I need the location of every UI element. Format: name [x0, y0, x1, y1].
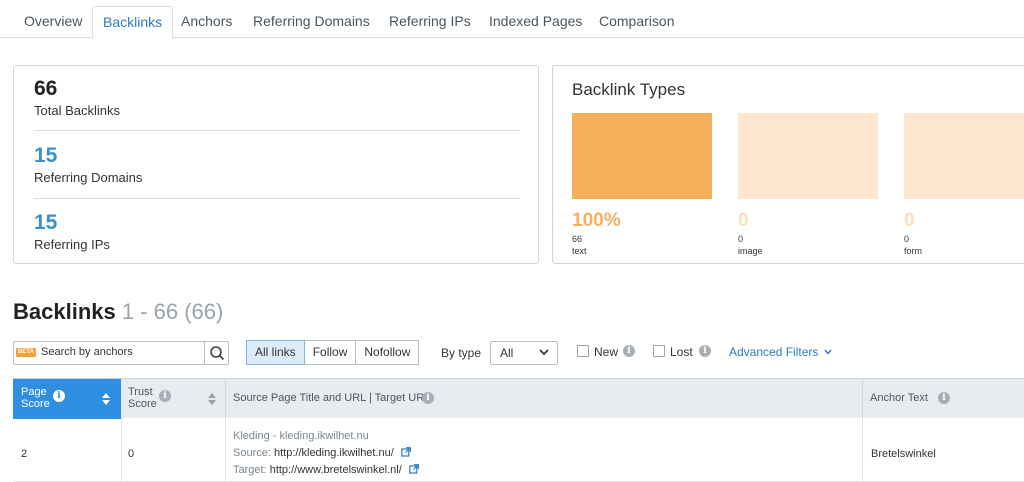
tab-comparison[interactable]: Comparison [589, 6, 684, 38]
source-header-label: Source Page Title and URL | Target URL [233, 392, 431, 404]
tab-backlinks[interactable]: Backlinks [92, 6, 174, 39]
beta-badge: BETA [16, 348, 36, 357]
referring-domains-stat[interactable]: 15 Referring Domains [34, 144, 520, 186]
info-icon[interactable]: i [53, 390, 65, 402]
tab-referring-domains[interactable]: Referring Domains [243, 6, 380, 38]
form-type-bar [904, 113, 1024, 199]
tab-bar: Overview Backlinks Anchors Referring Dom… [0, 0, 1024, 39]
info-icon[interactable]: i [159, 390, 171, 402]
search-button[interactable] [204, 342, 228, 364]
source-page-title: Kleding - kleding.ikwilhet.nu [233, 430, 369, 442]
anchor-text-cell: Bretelswinkel [871, 448, 936, 460]
sort-icon[interactable] [101, 392, 111, 406]
tab-anchors[interactable]: Anchors [171, 6, 242, 38]
new-checkbox[interactable] [577, 345, 589, 357]
source-url-link[interactable]: http://kleding.ikwilhet.nu/ [274, 447, 394, 459]
tab-overview[interactable]: Overview [14, 6, 92, 38]
info-icon[interactable]: i [422, 392, 434, 404]
target-url-link[interactable]: http://www.bretelswinkel.nl/ [270, 464, 402, 476]
image-type-percent: 0 [738, 210, 749, 231]
info-icon[interactable]: i [699, 345, 711, 357]
column-divider [121, 418, 122, 482]
total-backlinks-stat: 66 Total Backlinks [34, 77, 520, 119]
target-label: Target: [233, 464, 267, 476]
summary-card: 66 Total Backlinks 15 Referring Domains … [13, 65, 539, 264]
trust-score-header-line2: Score [128, 398, 157, 410]
trust-score-header-line1: Trust [128, 386, 153, 398]
column-divider [225, 418, 226, 482]
anchor-header: Anchor Text i [863, 379, 1024, 419]
chevron-down-icon [539, 349, 549, 356]
image-type-name: image [738, 246, 763, 256]
backlinks-title: Backlinks [13, 299, 116, 324]
image-type-count: 0 [738, 234, 744, 244]
page-score-cell: 2 [21, 448, 28, 460]
type-select[interactable]: All [490, 341, 558, 365]
backlink-types-card: Backlink Types 100% 66 text 0 0 image 0 … [552, 65, 1024, 264]
page-score-header-line1: Page [21, 386, 47, 398]
form-type-percent: 0 [904, 210, 915, 231]
advanced-filters-label: Advanced Filters [729, 345, 819, 359]
backlinks-heading: Backlinks 1 - 66 (66) [13, 299, 223, 325]
referring-ips-value[interactable]: 15 [34, 211, 520, 235]
total-backlinks-value: 66 [34, 77, 58, 100]
form-type-name: form [904, 246, 922, 256]
page-score-header[interactable]: Page Score i [13, 379, 121, 419]
source-label: Source: [233, 447, 271, 459]
type-select-value: All [500, 346, 514, 360]
info-icon[interactable]: i [938, 392, 950, 404]
search-input[interactable]: Search by anchors [41, 346, 133, 358]
trust-score-cell: 0 [128, 448, 135, 460]
external-link-icon[interactable] [409, 464, 419, 474]
lost-label: Lost [670, 345, 693, 359]
anchor-search[interactable]: BETA Search by anchors [13, 341, 229, 365]
info-icon[interactable]: i [623, 345, 635, 357]
divider [34, 130, 520, 131]
total-backlinks-label: Total Backlinks [34, 103, 120, 118]
referring-domains-value[interactable]: 15 [34, 144, 520, 168]
backlink-types-title: Backlink Types [572, 80, 686, 99]
new-label: New [594, 345, 619, 359]
link-type-toggle: All links Follow Nofollow [246, 340, 420, 365]
sort-icon[interactable] [207, 392, 217, 406]
column-divider [862, 418, 863, 482]
lost-checkbox[interactable] [653, 345, 665, 357]
target-url-line: Target: http://www.bretelswinkel.nl/ [233, 464, 419, 476]
chevron-down-icon [824, 349, 832, 355]
text-type-name: text [572, 246, 587, 256]
trust-score-header[interactable]: Trust Score i [121, 379, 226, 419]
backlinks-range: 1 - 66 (66) [121, 299, 224, 324]
tab-referring-ips[interactable]: Referring IPs [379, 6, 481, 38]
advanced-filters-link[interactable]: Advanced Filters [729, 345, 832, 359]
form-type-count: 0 [904, 234, 910, 244]
page-score-header-line2: Score [21, 398, 50, 410]
by-type-label: By type [441, 346, 482, 360]
referring-ips-stat[interactable]: 15 Referring IPs [34, 211, 520, 253]
text-type-count: 66 [572, 234, 583, 244]
table-header: Page Score i Trust Score i Source Page T… [13, 378, 1024, 419]
text-type-percent: 100% [572, 210, 621, 231]
referring-ips-label: Referring IPs [34, 237, 110, 252]
referring-domains-label: Referring Domains [34, 170, 143, 185]
table-row: 2 0 Kleding - kleding.ikwilhet.nu Source… [13, 418, 1024, 482]
follow-button[interactable]: Follow [304, 340, 357, 365]
image-type-bar [738, 113, 878, 199]
tab-indexed-pages[interactable]: Indexed Pages [479, 6, 592, 38]
nofollow-button[interactable]: Nofollow [356, 340, 420, 365]
divider [34, 198, 520, 199]
all-links-button[interactable]: All links [246, 340, 305, 365]
external-link-icon[interactable] [401, 447, 411, 457]
anchor-header-label: Anchor Text [870, 392, 928, 404]
source-url-line: Source: http://kleding.ikwilhet.nu/ [233, 447, 411, 459]
search-icon [210, 346, 225, 361]
source-header: Source Page Title and URL | Target URL i [226, 379, 862, 419]
text-type-bar [572, 113, 712, 199]
